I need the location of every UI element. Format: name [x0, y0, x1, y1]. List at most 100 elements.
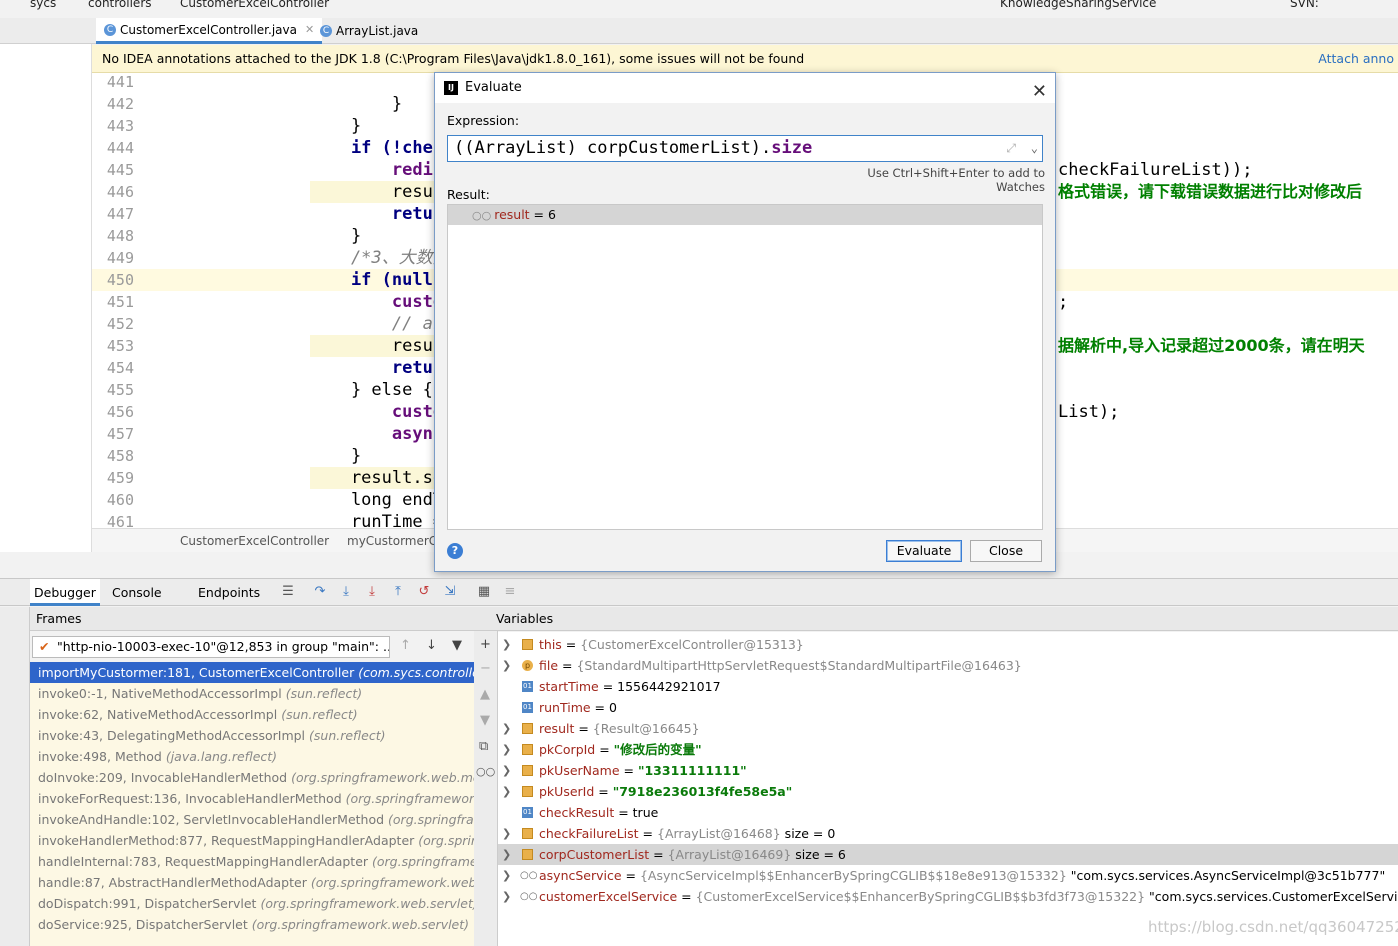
crumb-method[interactable]: myCustormerG: [347, 529, 438, 553]
expand-arrow-icon: ❯: [502, 722, 512, 735]
variable-row-selected[interactable]: ❯ corpCustomerList = {ArrayList@16469} si…: [498, 844, 1398, 865]
breadcrumb-sycs[interactable]: sycs: [30, 0, 56, 10]
primitive-icon: 01: [522, 681, 533, 692]
expand-arrow-icon: ❯: [502, 827, 512, 840]
frame-item[interactable]: handleInternal:783, RequestMappingHandle…: [30, 851, 474, 872]
field-icon: [522, 849, 533, 860]
frame-item[interactable]: handle:87, AbstractHandlerMethodAdapter …: [30, 872, 474, 893]
tab-console[interactable]: Console: [96, 579, 166, 606]
close-icon[interactable]: ✕: [1032, 77, 1047, 107]
expand-arrow-icon: ❯: [502, 764, 512, 777]
tab-customerexcelcontroller[interactable]: C CustomerExcelController.java ✕: [96, 18, 323, 44]
tab-debugger[interactable]: Debugger: [30, 579, 100, 606]
field-icon: [522, 786, 533, 797]
frames-side-strip: [0, 607, 30, 946]
frame-item[interactable]: invoke:43, DelegatingMethodAccessorImpl …: [30, 725, 474, 746]
close-button[interactable]: Close: [970, 540, 1042, 562]
step-into-icon[interactable]: ⤓: [338, 584, 354, 600]
menu-icon[interactable]: ☰: [280, 584, 296, 600]
frame-item[interactable]: doDispatch:991, DispatcherServlet (org.s…: [30, 893, 474, 914]
frame-item[interactable]: invoke:498, Method (java.lang.reflect): [30, 746, 474, 767]
frame-item[interactable]: invokeAndHandle:102, ServletInvocableHan…: [30, 809, 474, 830]
watch-icon: ○○: [520, 870, 538, 881]
dialog-title: Evaluate: [465, 80, 522, 95]
expression-text: ((ArrayList) corpCustomerList).: [454, 138, 772, 158]
variable-row[interactable]: ❯ result = {Result@16645}: [498, 718, 1398, 739]
variable-row[interactable]: ❯ pkUserId = "7918e236013f4fe58e5a": [498, 781, 1398, 802]
field-icon: [522, 639, 533, 650]
class-icon: C: [320, 25, 332, 37]
arrow-up-icon[interactable]: ↑: [400, 638, 411, 653]
intellij-icon: IJ: [444, 81, 458, 95]
evaluate-dialog: IJ Evaluate ✕ Expression: ((ArrayList) c…: [434, 72, 1056, 572]
evaluate-button[interactable]: Evaluate: [886, 540, 962, 562]
result-label: Result:: [447, 187, 490, 202]
tab-endpoints[interactable]: Endpoints: [182, 579, 264, 606]
result-row[interactable]: ○○ result = 6: [448, 205, 1042, 225]
force-step-into-icon[interactable]: ⤓: [364, 584, 380, 600]
class-icon: C: [104, 23, 116, 36]
evaluate-icon[interactable]: ▦: [476, 584, 492, 600]
move-up-icon[interactable]: ▲: [480, 687, 490, 702]
run-config-select[interactable]: KnowledgeSharingService: [1000, 0, 1156, 10]
tab-label: CustomerExcelController.java: [120, 22, 297, 37]
variable-row[interactable]: 01 startTime = 1556442921017: [498, 676, 1398, 697]
chevron-down-icon[interactable]: ⌄: [1031, 136, 1038, 161]
breadcrumb-class[interactable]: CustomerExcelController: [180, 0, 329, 10]
expression-label: Expression:: [447, 113, 520, 128]
arrow-down-icon[interactable]: ↓: [426, 638, 437, 653]
expand-icon[interactable]: ⤢: [1006, 136, 1016, 161]
tab-arraylist[interactable]: C ArrayList.java: [312, 18, 426, 44]
variables-title: Variables: [496, 611, 554, 626]
breadcrumb-controllers[interactable]: controllers: [88, 0, 152, 10]
variable-row[interactable]: 01 checkResult = true: [498, 802, 1398, 823]
copy-icon[interactable]: ⧉: [479, 739, 488, 754]
step-out-icon[interactable]: ⤒: [390, 584, 406, 600]
watch-icon[interactable]: ○○: [476, 765, 495, 778]
watch-icon: ○○: [472, 209, 492, 222]
frame-item[interactable]: invoke:62, NativeMethodAccessorImpl (sun…: [30, 704, 474, 725]
frame-item[interactable]: invoke0:-1, NativeMethodAccessorImpl (su…: [30, 683, 474, 704]
drop-frame-icon[interactable]: ↺: [416, 584, 432, 600]
thread-row: ✔ "http-nio-10003-exec-10"@12,853 in gro…: [30, 632, 474, 662]
field-icon: [522, 828, 533, 839]
variable-row[interactable]: ❯ pkCorpId = "修改后的变量": [498, 739, 1398, 760]
filter-icon[interactable]: ▼: [452, 638, 462, 653]
variable-row[interactable]: ❯ pkUserName = "13311111111": [498, 760, 1398, 781]
primitive-icon: 01: [522, 702, 533, 713]
variable-row[interactable]: ❯ p file = {StandardMultipartHttpServletRe…: [498, 655, 1398, 676]
frame-item[interactable]: doService:925, DispatcherServlet (org.sp…: [30, 914, 474, 935]
step-over-icon[interactable]: ↷: [312, 584, 328, 600]
help-icon[interactable]: ?: [447, 543, 463, 559]
variable-row[interactable]: 01 runTime = 0: [498, 697, 1398, 718]
field-icon: [522, 723, 533, 734]
move-down-icon[interactable]: ▼: [480, 713, 490, 728]
crumb-class[interactable]: CustomerExcelController: [180, 529, 329, 553]
variable-row[interactable]: ❯ this = {CustomerExcelController@15313}: [498, 634, 1398, 655]
banner-text: No IDEA annotations attached to the JDK …: [102, 51, 805, 66]
remove-icon[interactable]: −: [480, 661, 491, 676]
thread-name: "http-nio-10003-exec-10"@12,853 in group…: [57, 639, 390, 654]
variable-row[interactable]: ❯ checkFailureList = {ArrayList@16468} si…: [498, 823, 1398, 844]
frame-item[interactable]: invokeHandlerMethod:877, RequestMappingH…: [30, 830, 474, 851]
frame-item[interactable]: importMyCustormer:181, CustomerExcelCont…: [30, 662, 474, 683]
frame-item[interactable]: invokeForRequest:136, InvocableHandlerMe…: [30, 788, 474, 809]
project-strip: [0, 44, 92, 552]
annotations-banner: No IDEA annotations attached to the JDK …: [92, 45, 1398, 73]
variable-row[interactable]: ❯ ○○ customerExcelService = {CustomerExcel…: [498, 886, 1398, 907]
navigation-bar: sycs controllers CustomerExcelController…: [0, 0, 1398, 12]
trace-icon[interactable]: ≡: [502, 584, 518, 600]
add-icon[interactable]: +: [480, 637, 491, 652]
expand-arrow-icon: ❯: [502, 743, 512, 756]
dialog-title-bar: IJ Evaluate ✕: [435, 73, 1055, 103]
primitive-icon: 01: [522, 807, 533, 818]
expand-arrow-icon: ❯: [502, 890, 512, 903]
attach-annotations-link[interactable]: Attach anno: [1318, 45, 1394, 73]
expand-arrow-icon: ❯: [502, 638, 512, 651]
frame-item[interactable]: doInvoke:209, InvocableHandlerMethod (or…: [30, 767, 474, 788]
run-to-cursor-icon[interactable]: ⇲: [442, 584, 458, 600]
thread-select[interactable]: ✔ "http-nio-10003-exec-10"@12,853 in gro…: [32, 636, 390, 658]
expression-input[interactable]: ((ArrayList) corpCustomerList).size ⤢ ⌄: [447, 135, 1043, 162]
expand-arrow-icon: ❯: [502, 659, 512, 672]
variable-row[interactable]: ❯ ○○ asyncService = {AsyncServiceImpl$$Enh…: [498, 865, 1398, 886]
